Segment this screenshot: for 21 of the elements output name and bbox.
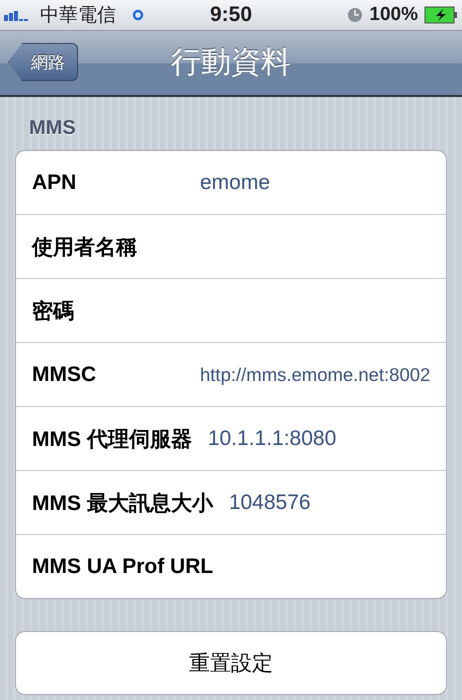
clock-time: 9:50 — [210, 3, 252, 26]
reset-button[interactable]: 重置設定 — [15, 631, 447, 695]
field-label: MMS UA Prof URL — [32, 554, 214, 578]
battery-percent: 100% — [369, 4, 418, 26]
field-label: MMS 代理伺服器 — [32, 426, 192, 452]
section-header: MMS — [28, 117, 77, 141]
back-button[interactable]: 網路 — [8, 43, 78, 81]
field-value[interactable]: emome — [200, 170, 270, 194]
carrier-name: 中華電信 — [40, 4, 116, 28]
field-label: 密碼 — [32, 298, 75, 324]
field-label: 使用者名稱 — [32, 234, 138, 260]
field-label: MMSC — [32, 362, 98, 386]
clock-icon — [347, 7, 364, 23]
field-value[interactable]: 10.1.1.1:8080 — [208, 426, 336, 450]
field-label: MMS 最大訊息大小 — [32, 490, 213, 516]
battery-icon — [424, 6, 458, 24]
field-value[interactable]: http://mms.emome.net:8002 — [200, 364, 430, 386]
field-value[interactable]: 1048576 — [228, 490, 311, 514]
activity-icon — [132, 9, 144, 21]
page-title: 行動資料 — [171, 46, 291, 79]
field-label: APN — [32, 170, 78, 194]
